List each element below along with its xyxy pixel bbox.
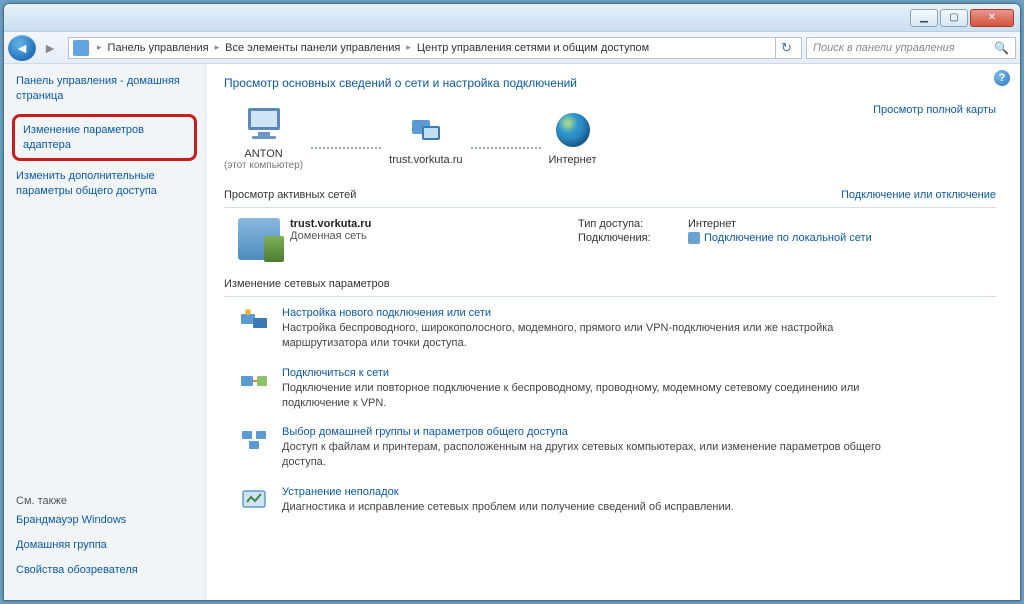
address-bar[interactable]: ▸ Панель управления ▸ Все элементы панел… <box>68 37 802 59</box>
option-connect-network: Подключиться к сети Подключение или повт… <box>238 367 996 411</box>
sidebar-internet-options[interactable]: Свойства обозревателя <box>16 563 193 578</box>
control-panel-icon <box>73 40 89 56</box>
settings-list: Настройка нового подключения или сети На… <box>224 307 996 515</box>
change-settings-heading: Изменение сетевых параметров <box>224 278 996 290</box>
help-icon[interactable]: ? <box>994 70 1010 86</box>
chevron-right-icon: ▸ <box>215 42 220 53</box>
refresh-button[interactable]: ↻ <box>775 38 797 58</box>
breadcrumb-2[interactable]: Все элементы панели управления <box>223 42 402 54</box>
node-network[interactable]: trust.vorkuta.ru <box>389 110 462 166</box>
main-panel: ? Просмотр основных сведений о сети и на… <box>206 64 1020 600</box>
option-3-title[interactable]: Выбор домашней группы и параметров общег… <box>282 426 902 438</box>
network-type: Доменная сеть <box>290 230 371 242</box>
active-network-block: trust.vorkuta.ru Доменная сеть Тип досту… <box>238 218 996 260</box>
connection-line <box>311 147 381 149</box>
network-name: trust.vorkuta.ru <box>290 218 371 230</box>
network-icon <box>402 110 450 150</box>
troubleshoot-icon <box>238 486 270 514</box>
sidebar-sharing-settings[interactable]: Изменить дополнительные параметры общего… <box>16 169 193 199</box>
forward-button[interactable]: ► <box>36 35 64 61</box>
chevron-right-icon: ▸ <box>97 42 102 53</box>
sidebar-firewall[interactable]: Брандмауэр Windows <box>16 513 193 528</box>
option-2-title[interactable]: Подключиться к сети <box>282 367 902 379</box>
node-this-computer[interactable]: ANTON (этот компьютер) <box>224 104 303 171</box>
divider <box>224 207 996 208</box>
option-3-desc: Доступ к файлам и принтерам, расположенн… <box>282 440 902 470</box>
nic-icon <box>688 232 700 244</box>
option-troubleshoot: Устранение неполадок Диагностика и испра… <box>238 486 996 515</box>
navbar: ◄ ► ▸ Панель управления ▸ Все элементы п… <box>4 32 1020 64</box>
option-1-desc: Настройка беспроводного, широкополосного… <box>282 321 902 351</box>
domain-network-icon <box>238 218 280 260</box>
option-new-connection: Настройка нового подключения или сети На… <box>238 307 996 351</box>
view-full-map-link[interactable]: Просмотр полной карты <box>873 104 996 116</box>
node-3-label: Интернет <box>549 154 597 166</box>
option-homegroup: Выбор домашней группы и параметров общег… <box>238 426 996 470</box>
new-connection-icon <box>238 307 270 335</box>
chevron-right-icon: ▸ <box>406 42 411 53</box>
search-icon[interactable]: 🔍 <box>994 41 1009 55</box>
homegroup-icon <box>238 426 270 454</box>
connection-link[interactable]: Подключение по локальной сети <box>688 232 872 244</box>
access-type-label: Тип доступа: <box>578 218 688 230</box>
sidebar: Панель управления - домашняя страница Из… <box>4 64 206 600</box>
window: ▁ ▢ ✕ ◄ ► ▸ Панель управления ▸ Все элем… <box>3 3 1021 601</box>
maximize-button[interactable]: ▢ <box>940 9 968 27</box>
computer-icon <box>240 104 288 144</box>
minimize-button[interactable]: ▁ <box>910 9 938 27</box>
option-1-title[interactable]: Настройка нового подключения или сети <box>282 307 902 319</box>
page-title: Просмотр основных сведений о сети и наст… <box>224 76 996 90</box>
sidebar-adapter-settings[interactable]: Изменение параметров адаптера <box>12 114 197 162</box>
option-2-desc: Подключение или повторное подключение к … <box>282 381 902 411</box>
node-1-label: ANTON <box>224 148 303 160</box>
option-4-title[interactable]: Устранение неполадок <box>282 486 734 498</box>
sidebar-homegroup[interactable]: Домашняя группа <box>16 538 193 553</box>
divider <box>224 296 996 297</box>
search-placeholder: Поиск в панели управления <box>813 42 955 54</box>
close-button[interactable]: ✕ <box>970 9 1014 27</box>
node-2-label: trust.vorkuta.ru <box>389 154 462 166</box>
node-internet[interactable]: Интернет <box>549 110 597 166</box>
active-networks-heading: Просмотр активных сетей Подключение или … <box>224 189 996 201</box>
globe-icon <box>549 110 597 150</box>
back-button[interactable]: ◄ <box>8 35 36 61</box>
breadcrumb-1[interactable]: Панель управления <box>106 42 211 54</box>
sidebar-home[interactable]: Панель управления - домашняя страница <box>16 74 193 104</box>
breadcrumb-3[interactable]: Центр управления сетями и общим доступом <box>415 42 651 54</box>
connect-disconnect-link[interactable]: Подключение или отключение <box>841 189 996 201</box>
option-4-desc: Диагностика и исправление сетевых пробле… <box>282 500 734 515</box>
titlebar: ▁ ▢ ✕ <box>4 4 1020 32</box>
connection-line <box>471 147 541 149</box>
connect-icon <box>238 367 270 395</box>
connections-label: Подключения: <box>578 232 688 244</box>
sidebar-footer: См. также Брандмауэр Windows Домашняя гр… <box>16 495 193 588</box>
access-type-value: Интернет <box>688 218 736 230</box>
search-input[interactable]: Поиск в панели управления 🔍 <box>806 37 1016 59</box>
node-1-sublabel: (этот компьютер) <box>224 160 303 171</box>
content-body: Панель управления - домашняя страница Из… <box>4 64 1020 600</box>
see-also-heading: См. также <box>16 495 193 507</box>
network-map: ANTON (этот компьютер) trust.vorkuta.ru … <box>224 104 996 171</box>
